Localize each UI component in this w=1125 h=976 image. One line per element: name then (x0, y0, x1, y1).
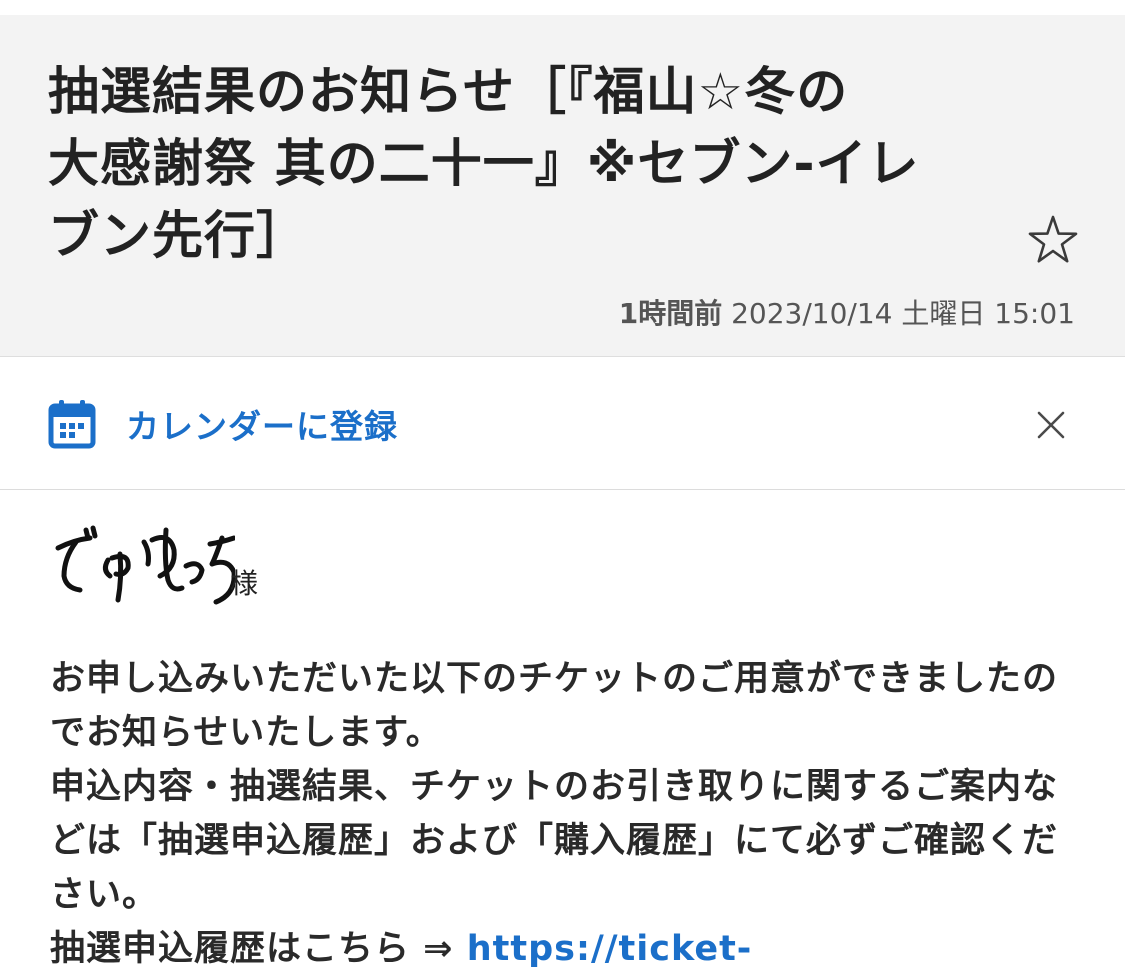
close-icon[interactable] (1036, 410, 1066, 440)
star-outline-icon[interactable] (1026, 213, 1080, 267)
message-paragraph: 申込内容・抽選結果、チケットのお引き取りに関するご案内などは「抽選申込履歴」およ… (50, 767, 1059, 915)
subject-line: 抽選結果のお知らせ［『福山☆冬の (48, 63, 849, 122)
handwritten-recipient-name (55, 525, 235, 605)
email-datetime: 1時間前 2023/10/14 土曜日 15:01 (619, 292, 1075, 332)
greeting: 様 (50, 518, 258, 618)
history-prefix: 抽選申込履歴はこちら ⇒ (50, 929, 467, 969)
email-body: お申し込みいただいた以下のチケットのご用意ができましたのでお知らせいたします。 … (50, 652, 1080, 976)
honorific: 様 (230, 567, 259, 600)
message-paragraph: お申し込みいただいた以下のチケットのご用意ができましたのでお知らせいたします。 (50, 659, 1059, 753)
lottery-history-link[interactable]: https://ticket- (467, 929, 753, 969)
relative-time: 1時間前 (618, 297, 723, 330)
email-header: 抽選結果のお知らせ［『福山☆冬の 大感謝祭 其の二十一』※セブン-イレ ブン先行… (0, 15, 1125, 357)
add-to-calendar-label: カレンダーに登録 (126, 407, 398, 446)
add-to-calendar-button[interactable]: カレンダーに登録 (48, 396, 398, 452)
subject-line: 大感謝祭 其の二十一』※セブン-イレ (48, 135, 920, 194)
history-line: 抽選申込履歴はこちら ⇒ https://ticket- (50, 922, 1080, 976)
subject-line: ブン先行］ (48, 207, 309, 266)
absolute-datetime: 2023/10/14 土曜日 15:01 (731, 297, 1075, 330)
calendar-icon (48, 400, 96, 449)
email-subject: 抽選結果のお知らせ［『福山☆冬の 大感謝祭 其の二十一』※セブン-イレ ブン先行… (48, 57, 998, 273)
